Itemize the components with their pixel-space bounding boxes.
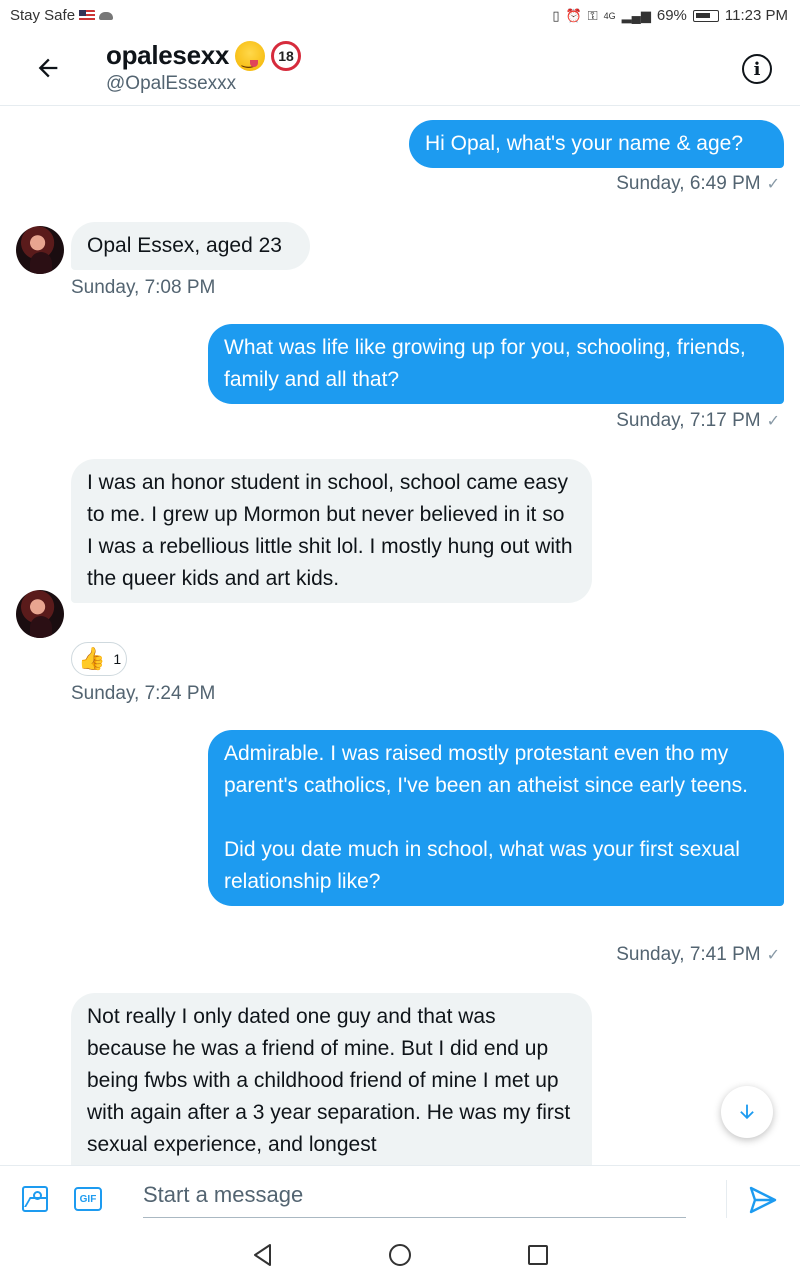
message-text: Hi Opal, what's your name & age?	[425, 132, 744, 155]
divider	[726, 1180, 727, 1218]
back-arrow-icon[interactable]	[34, 54, 62, 82]
image-icon[interactable]	[22, 1186, 48, 1212]
message-composer: GIF Start a message	[0, 1165, 800, 1231]
clock: 11:23 PM	[724, 7, 788, 24]
alarm-icon: ⏰	[565, 7, 582, 23]
battery-percent: 69%	[656, 7, 687, 24]
yum-face-emoji-icon	[235, 40, 266, 71]
timestamp-text: Sunday, 7:41 PM	[616, 944, 761, 965]
title-block[interactable]: opalesexx 18 @OpalEssexxx	[106, 40, 302, 95]
key-icon: ⚿	[587, 7, 598, 23]
message-timestamp: Sunday, 7:08 PM	[71, 277, 216, 298]
cloud-icon	[99, 11, 114, 20]
send-icon[interactable]	[747, 1184, 779, 1216]
vibrate-icon: ▯	[552, 7, 560, 23]
flag-icon	[79, 10, 96, 21]
message-timestamp: Sunday, 7:41 PM ✓	[616, 944, 780, 966]
status-left: Stay Safe	[10, 7, 114, 24]
message-timestamp: Sunday, 6:49 PM ✓	[616, 173, 780, 195]
message-text-paragraph-2: Did you date much in school, what was yo…	[224, 838, 740, 893]
message-text: Not really I only dated one guy and that…	[87, 1005, 571, 1156]
message-text: Opal Essex, aged 23	[87, 234, 282, 257]
info-icon[interactable]: i	[742, 54, 772, 84]
nav-back-icon[interactable]	[252, 1243, 274, 1267]
conversation-header: opalesexx 18 @OpalEssexxx i	[0, 34, 800, 106]
sent-check-icon: ✓	[766, 176, 780, 193]
outgoing-message[interactable]: Admirable. I was raised mostly protestan…	[208, 730, 784, 906]
avatar[interactable]	[16, 590, 64, 638]
incoming-message[interactable]: Opal Essex, aged 23	[71, 222, 310, 270]
signal-icon: ▂▄▆	[621, 7, 651, 23]
reaction-badge[interactable]: 👍 1	[71, 642, 127, 676]
timestamp-text: Sunday, 7:17 PM	[616, 410, 761, 431]
outgoing-message[interactable]: What was life like growing up for you, s…	[208, 324, 784, 404]
battery-icon	[692, 9, 719, 22]
sent-check-icon: ✓	[766, 947, 780, 964]
incoming-message[interactable]: Not really I only dated one guy and that…	[71, 993, 592, 1165]
status-bar: Stay Safe ▯ ⏰ ⚿ 4G ▂▄▆ 69% 11:23 PM	[0, 0, 800, 34]
message-text-paragraph-1: Admirable. I was raised mostly protestan…	[224, 742, 748, 797]
contact-name: opalesexx	[106, 40, 230, 70]
arrow-down-icon	[740, 1104, 754, 1120]
reaction-count: 1	[113, 651, 122, 667]
title-row: opalesexx 18	[106, 40, 302, 71]
network-type: 4G	[603, 10, 616, 21]
gif-icon[interactable]: GIF	[74, 1187, 102, 1211]
message-input[interactable]: Start a message	[143, 1176, 686, 1218]
no-under-18-emoji-icon: 18	[271, 40, 302, 71]
avatar[interactable]	[16, 226, 64, 274]
status-right: ▯ ⏰ ⚿ 4G ▂▄▆ 69% 11:23 PM	[552, 7, 788, 24]
timestamp-text: Sunday, 6:49 PM	[616, 173, 761, 194]
message-timestamp: Sunday, 7:17 PM ✓	[616, 410, 780, 432]
outgoing-message[interactable]: Hi Opal, what's your name & age?	[409, 120, 784, 168]
nav-home-icon[interactable]	[389, 1244, 411, 1266]
system-nav-bar	[0, 1231, 800, 1280]
sent-check-icon: ✓	[766, 413, 780, 430]
contact-handle: @OpalEssexxx	[106, 73, 237, 94]
message-text: I was an honor student in school, school…	[87, 471, 573, 590]
incoming-message[interactable]: I was an honor student in school, school…	[71, 459, 592, 603]
thumbs-up-icon: 👍	[78, 646, 106, 671]
message-text: What was life like growing up for you, s…	[224, 336, 746, 391]
carrier-text: Stay Safe	[10, 7, 76, 24]
scroll-to-bottom-button[interactable]	[721, 1086, 773, 1138]
nav-recents-icon[interactable]	[528, 1245, 548, 1265]
message-timestamp: Sunday, 7:24 PM	[71, 683, 216, 704]
